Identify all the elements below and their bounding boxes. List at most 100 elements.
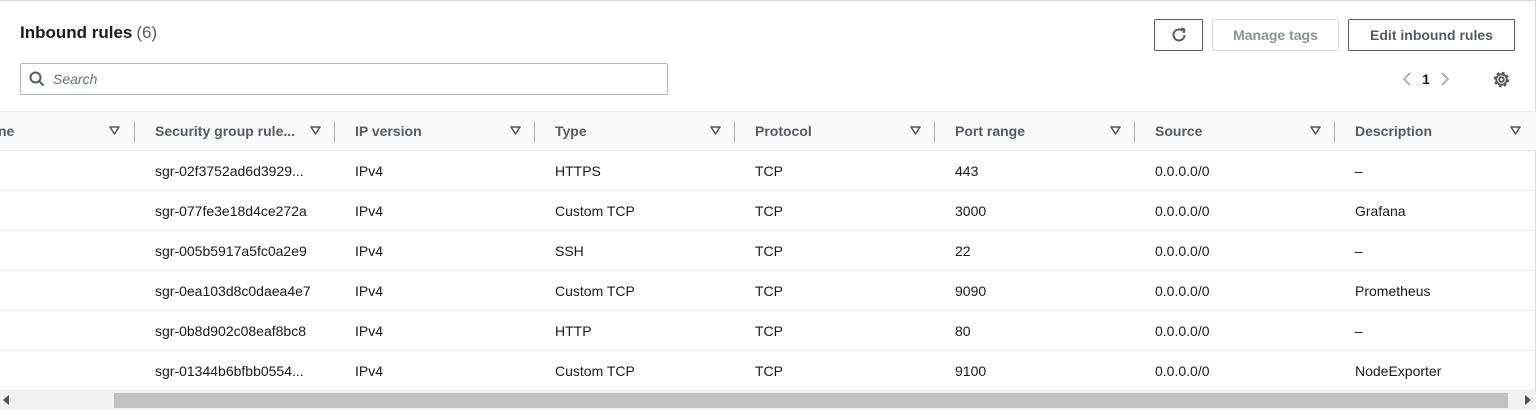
cell-description: Grafana xyxy=(1355,203,1406,219)
column-resizer[interactable] xyxy=(1134,122,1135,142)
cell-description: – xyxy=(1355,323,1363,339)
caret-down-icon[interactable] xyxy=(109,126,120,136)
cell-type: SSH xyxy=(555,243,584,259)
table-header: ne Security group rule... IP version Typ… xyxy=(0,111,1536,151)
column-label: Type xyxy=(555,123,587,139)
caret-down-icon[interactable] xyxy=(910,126,921,136)
cell-description: – xyxy=(1355,243,1363,259)
column-label: Protocol xyxy=(755,123,812,139)
cell-description: – xyxy=(1355,163,1363,179)
cell-source: 0.0.0.0/0 xyxy=(1155,163,1210,179)
page-title: Inbound rules (6) xyxy=(20,23,157,43)
column-label: IP version xyxy=(355,123,422,139)
cell-ip-version: IPv4 xyxy=(355,243,384,259)
cell-port-range: 443 xyxy=(955,163,979,179)
caret-down-icon[interactable] xyxy=(710,126,721,136)
caret-down-icon[interactable] xyxy=(310,126,321,136)
table-row[interactable]: sgr-02f3752ad6d3929... IPv4 HTTPS TCP 44… xyxy=(0,151,1536,191)
cell-rule-id[interactable]: sgr-0b8d902c08eaf8bc8 xyxy=(155,311,306,351)
column-resizer[interactable] xyxy=(534,122,535,142)
scroll-right-arrow-icon[interactable] xyxy=(1524,395,1532,405)
column-label: Port range xyxy=(955,123,1026,139)
horizontal-scrollbar[interactable] xyxy=(0,390,1536,410)
search-input[interactable] xyxy=(51,70,645,88)
cell-type: Custom TCP xyxy=(555,203,635,219)
column-resizer[interactable] xyxy=(1334,122,1335,142)
cell-protocol: TCP xyxy=(755,243,783,259)
refresh-icon xyxy=(1172,27,1185,42)
cell-type: Custom TCP xyxy=(555,363,635,379)
column-label: Source xyxy=(1155,123,1203,139)
cell-source: 0.0.0.0/0 xyxy=(1155,243,1210,259)
pagination: 1 xyxy=(1396,67,1456,91)
gear-icon xyxy=(1493,71,1510,88)
cell-protocol: TCP xyxy=(755,363,783,379)
refresh-button[interactable] xyxy=(1154,19,1203,51)
column-header-rule-id[interactable]: Security group rule... xyxy=(155,112,335,150)
inbound-rules-panel: Inbound rules (6) Manage tags Edit inboun… xyxy=(0,0,1536,410)
rules-table: ne Security group rule... IP version Typ… xyxy=(0,111,1536,391)
column-header-name[interactable]: ne xyxy=(0,112,135,150)
next-page-button[interactable] xyxy=(1434,67,1456,91)
cell-protocol: TCP xyxy=(755,163,783,179)
edit-inbound-rules-button[interactable]: Edit inbound rules xyxy=(1348,19,1515,51)
column-header-description[interactable]: Description xyxy=(1355,112,1535,150)
cell-description: NodeExporter xyxy=(1355,363,1442,379)
cell-protocol: TCP xyxy=(755,283,783,299)
cell-port-range: 80 xyxy=(955,323,971,339)
cell-source: 0.0.0.0/0 xyxy=(1155,323,1210,339)
caret-down-icon[interactable] xyxy=(1310,126,1321,136)
column-header-source[interactable]: Source xyxy=(1155,112,1335,150)
cell-protocol: TCP xyxy=(755,323,783,339)
scroll-left-arrow-icon[interactable] xyxy=(2,395,10,405)
cell-rule-id[interactable]: sgr-005b5917a5fc0a2e9 xyxy=(155,231,307,271)
column-resizer[interactable] xyxy=(134,122,135,142)
column-header-protocol[interactable]: Protocol xyxy=(755,112,935,150)
cell-rule-id[interactable]: sgr-02f3752ad6d3929... xyxy=(155,151,304,191)
title-text: Inbound rules xyxy=(20,23,133,42)
column-label: Description xyxy=(1355,123,1433,139)
column-resizer[interactable] xyxy=(334,122,335,142)
scrollbar-thumb[interactable] xyxy=(114,393,1508,408)
column-label: Security group rule... xyxy=(155,123,296,139)
table-row[interactable]: sgr-005b5917a5fc0a2e9 IPv4 SSH TCP 22 0.… xyxy=(0,231,1536,271)
column-resizer[interactable] xyxy=(734,122,735,142)
preferences-button[interactable] xyxy=(1491,69,1512,90)
column-header-ip-version[interactable]: IP version xyxy=(355,112,535,150)
manage-tags-button[interactable]: Manage tags xyxy=(1212,19,1339,51)
cell-port-range: 22 xyxy=(955,243,971,259)
search-box[interactable] xyxy=(20,63,668,95)
search-icon xyxy=(29,71,45,87)
column-label: ne xyxy=(0,123,15,139)
table-row[interactable]: sgr-0b8d902c08eaf8bc8 IPv4 HTTP TCP 80 0… xyxy=(0,311,1536,351)
cell-port-range: 3000 xyxy=(955,203,987,219)
current-page[interactable]: 1 xyxy=(1418,71,1434,87)
cell-type: Custom TCP xyxy=(555,283,635,299)
caret-down-icon[interactable] xyxy=(1110,126,1121,136)
cell-ip-version: IPv4 xyxy=(355,363,384,379)
chevron-right-icon xyxy=(1441,72,1450,86)
rule-count: (6) xyxy=(136,23,158,42)
cell-type: HTTPS xyxy=(555,163,601,179)
cell-source: 0.0.0.0/0 xyxy=(1155,283,1210,299)
table-row[interactable]: sgr-077fe3e18d4ce272a IPv4 Custom TCP TC… xyxy=(0,191,1536,231)
column-resizer[interactable] xyxy=(934,122,935,142)
caret-down-icon[interactable] xyxy=(510,126,521,136)
cell-ip-version: IPv4 xyxy=(355,163,384,179)
table-row[interactable]: sgr-01344b6bfbb0554... IPv4 Custom TCP T… xyxy=(0,351,1536,391)
cell-rule-id[interactable]: sgr-077fe3e18d4ce272a xyxy=(155,191,307,231)
cell-source: 0.0.0.0/0 xyxy=(1155,363,1210,379)
column-header-type[interactable]: Type xyxy=(555,112,735,150)
chevron-left-icon xyxy=(1402,72,1411,86)
column-header-port-range[interactable]: Port range xyxy=(955,112,1135,150)
previous-page-button[interactable] xyxy=(1396,67,1418,91)
cell-port-range: 9100 xyxy=(955,363,987,379)
cell-rule-id[interactable]: sgr-01344b6bfbb0554... xyxy=(155,351,304,391)
table-row[interactable]: sgr-0ea103d8c0daea4e7 IPv4 Custom TCP TC… xyxy=(0,271,1536,311)
caret-down-icon[interactable] xyxy=(1510,126,1521,136)
cell-ip-version: IPv4 xyxy=(355,203,384,219)
cell-rule-id[interactable]: sgr-0ea103d8c0daea4e7 xyxy=(155,271,311,311)
cell-ip-version: IPv4 xyxy=(355,323,384,339)
cell-port-range: 9090 xyxy=(955,283,987,299)
cell-source: 0.0.0.0/0 xyxy=(1155,203,1210,219)
